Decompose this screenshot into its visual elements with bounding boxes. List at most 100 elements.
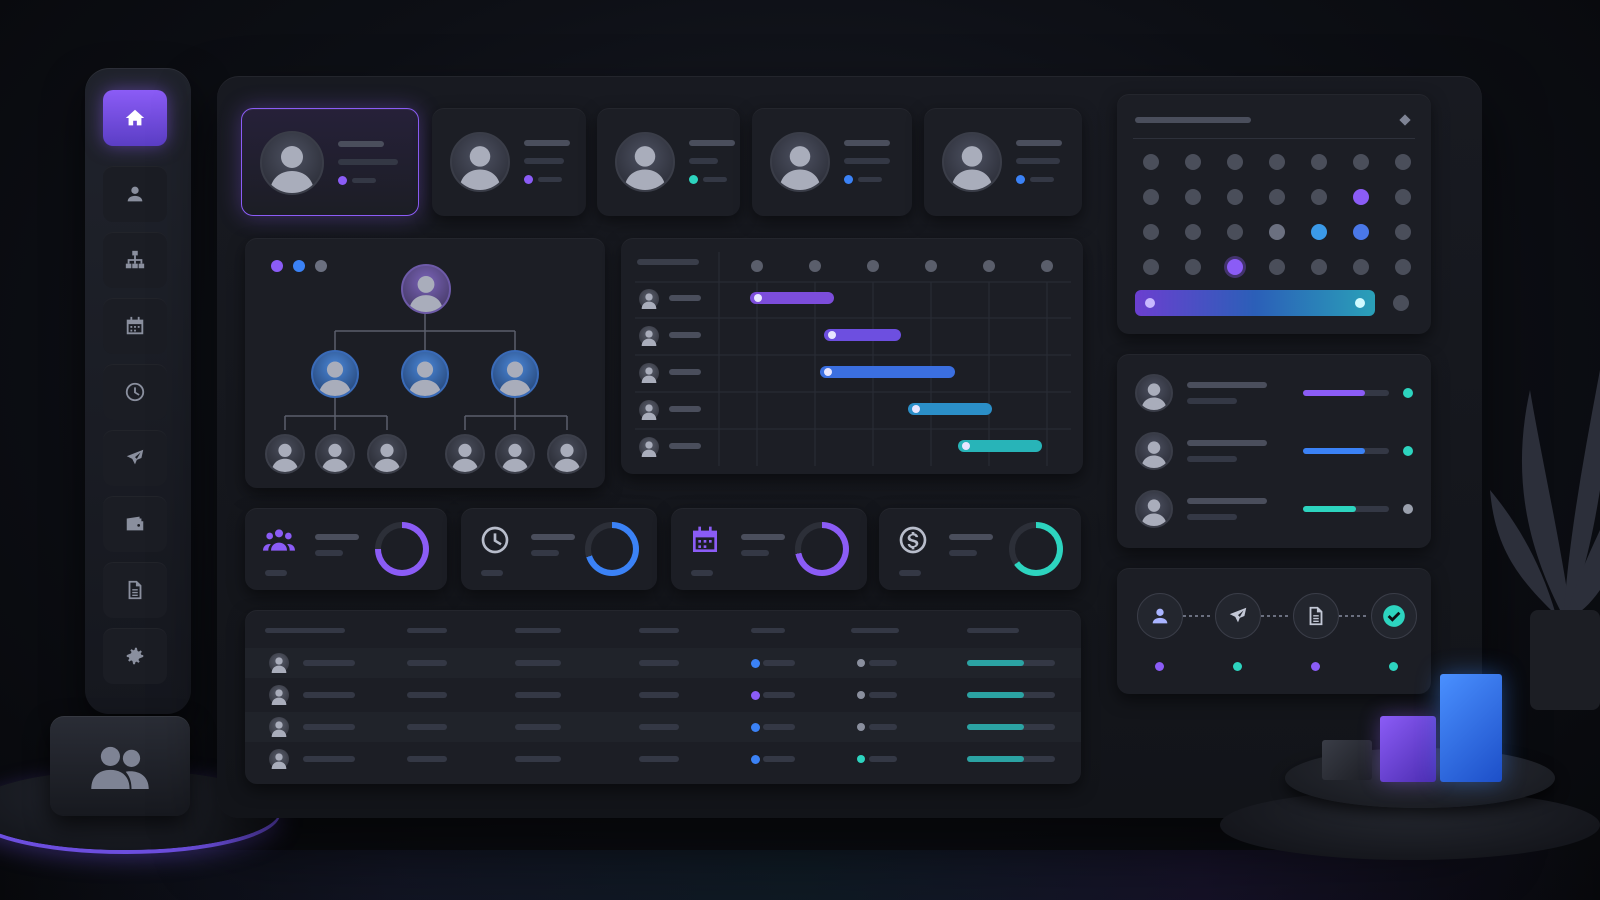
calendar-menu-icon[interactable] [1399, 114, 1411, 126]
calendar-title [1135, 117, 1251, 123]
profile-card[interactable] [432, 108, 586, 216]
calendar-day[interactable] [1269, 189, 1285, 205]
workflow-step[interactable] [1137, 593, 1183, 639]
table-row[interactable] [245, 680, 1081, 710]
stat-card[interactable] [245, 508, 447, 590]
calendar-day[interactable] [1395, 189, 1411, 205]
workflow-step[interactable] [1215, 593, 1261, 639]
sidebar-item-employees[interactable] [103, 166, 167, 222]
profile-role [844, 158, 890, 164]
column-header [851, 628, 899, 633]
calendar-day[interactable] [1227, 154, 1243, 170]
indicator-dot [857, 755, 865, 763]
calendar-day[interactable] [1185, 189, 1201, 205]
calendar-day[interactable] [1227, 224, 1243, 240]
progress-ring [375, 522, 429, 576]
gantt-task-bar[interactable] [820, 366, 955, 378]
org-node-employee[interactable] [315, 434, 355, 474]
table-cell [407, 692, 447, 698]
org-node-root[interactable] [401, 264, 451, 314]
org-node-employee[interactable] [547, 434, 587, 474]
calendar-day[interactable] [1311, 259, 1327, 275]
table-row[interactable] [245, 744, 1081, 774]
person-icon [639, 363, 659, 383]
progress-fill [967, 724, 1025, 730]
member-name [1187, 498, 1267, 504]
org-node-employee[interactable] [445, 434, 485, 474]
profile-card[interactable] [752, 108, 912, 216]
range-start-handle[interactable] [1145, 298, 1155, 308]
stat-card[interactable] [671, 508, 867, 590]
sidebar-item-travel[interactable] [103, 430, 167, 486]
calendar-day[interactable] [1395, 259, 1411, 275]
org-node-manager[interactable] [491, 350, 539, 398]
sidebar-item-home[interactable] [103, 90, 167, 146]
calendar-day[interactable] [1143, 189, 1159, 205]
calendar-day[interactable] [1269, 259, 1285, 275]
org-node-manager[interactable] [401, 350, 449, 398]
calendar-day[interactable] [1143, 224, 1159, 240]
calendar-day[interactable] [1353, 189, 1369, 205]
sidebar-item-settings[interactable] [103, 628, 167, 684]
calendar-day[interactable] [1311, 189, 1327, 205]
org-node-manager[interactable] [311, 350, 359, 398]
calendar-day[interactable] [1185, 259, 1201, 275]
profile-name [1016, 140, 1062, 146]
gantt-task-bar[interactable] [823, 329, 901, 341]
org-node-employee[interactable] [495, 434, 535, 474]
gantt-task-bar[interactable] [907, 403, 992, 415]
calendar-icon [689, 524, 721, 556]
team-progress-card [1117, 354, 1431, 548]
calendar-day[interactable] [1185, 224, 1201, 240]
gantt-task-bar[interactable] [749, 292, 834, 304]
wallet-icon [124, 513, 146, 535]
calendar-day[interactable] [1311, 154, 1327, 170]
sidebar-item-calendar[interactable] [103, 298, 167, 354]
org-node-employee[interactable] [265, 434, 305, 474]
sidebar-item-payroll[interactable] [103, 496, 167, 552]
range-end-handle[interactable] [1355, 298, 1365, 308]
progress-bar [967, 660, 1055, 666]
profile-card[interactable] [241, 108, 419, 216]
calendar-day[interactable] [1395, 224, 1411, 240]
gantt-task-bar[interactable] [958, 440, 1043, 452]
profile-card[interactable] [597, 108, 740, 216]
stat-card[interactable] [879, 508, 1081, 590]
step-status-dot [1233, 662, 1242, 671]
row-avatar [639, 363, 659, 383]
calendar-day[interactable] [1227, 259, 1243, 275]
stat-card[interactable] [461, 508, 657, 590]
calendar-day[interactable] [1143, 259, 1159, 275]
calendar-day[interactable] [1269, 224, 1285, 240]
calendar-day[interactable] [1395, 154, 1411, 170]
calendar-day[interactable] [1227, 189, 1243, 205]
table-cell [407, 724, 447, 730]
calendar-day[interactable] [1185, 154, 1201, 170]
progress-fill [967, 660, 1025, 666]
profile-card[interactable] [924, 108, 1082, 216]
calendar-day[interactable] [1393, 295, 1409, 311]
timeline-marker [809, 260, 821, 272]
profile-name [689, 140, 735, 146]
table-row[interactable] [245, 712, 1081, 742]
person-icon [944, 134, 1000, 190]
status-dot [524, 175, 533, 184]
workflow-step[interactable] [1293, 593, 1339, 639]
workflow-step[interactable] [1371, 593, 1417, 639]
calendar-day[interactable] [1353, 224, 1369, 240]
org-chart-card [245, 238, 605, 488]
sidebar-item-org-chart[interactable] [103, 232, 167, 288]
calendar-day[interactable] [1311, 224, 1327, 240]
sidebar-item-time[interactable] [103, 364, 167, 420]
person-icon [369, 436, 405, 472]
calendar-day[interactable] [1143, 154, 1159, 170]
calendar-day[interactable] [1269, 154, 1285, 170]
gantt-header-label [637, 259, 699, 265]
calendar-day[interactable] [1353, 259, 1369, 275]
sidebar-item-documents[interactable] [103, 562, 167, 618]
table-row[interactable] [245, 648, 1081, 678]
calendar-day[interactable] [1353, 154, 1369, 170]
member-progress [1303, 506, 1389, 512]
calendar-range-selection[interactable] [1135, 290, 1375, 316]
org-node-employee[interactable] [367, 434, 407, 474]
